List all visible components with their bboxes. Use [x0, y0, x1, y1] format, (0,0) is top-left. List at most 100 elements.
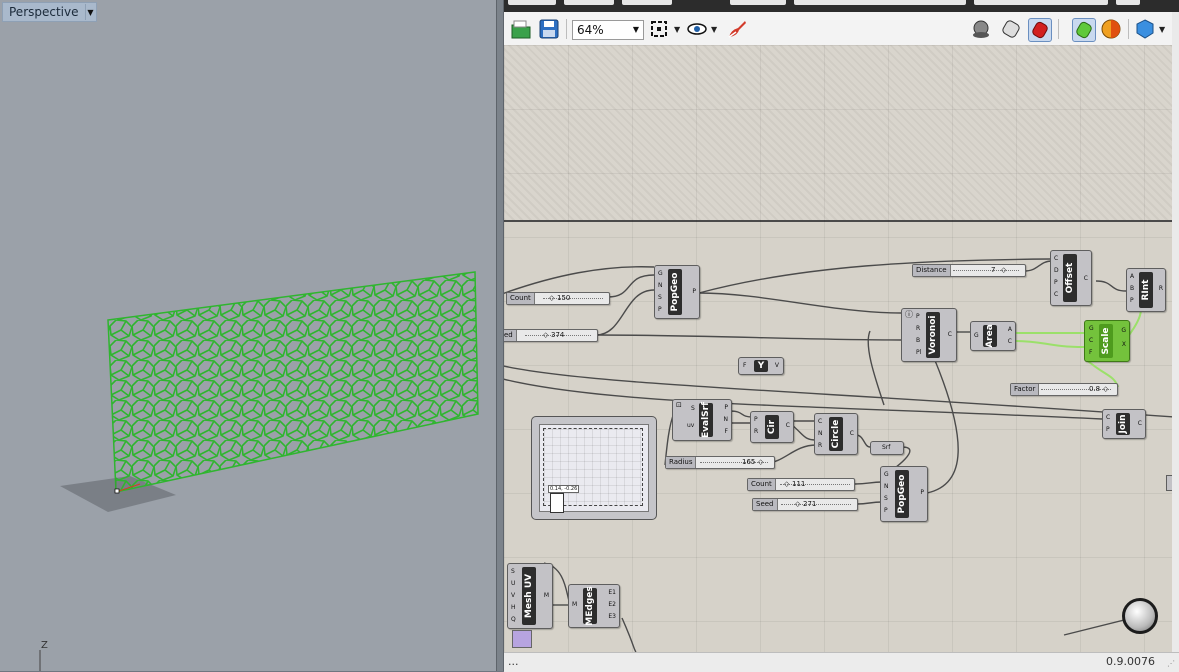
srf-param[interactable]: Srf: [870, 441, 904, 455]
circle-component[interactable]: C N R Circle C: [814, 413, 858, 455]
pin-f[interactable]: F: [743, 362, 746, 369]
slider-handle-icon[interactable]: ◇: [758, 457, 763, 468]
slider-handle-icon[interactable]: ◇: [1001, 265, 1006, 276]
slider-handle-icon[interactable]: ◇: [1103, 384, 1108, 395]
area-component[interactable]: G Area A C: [970, 321, 1016, 351]
pin-c2[interactable]: C: [1054, 291, 1058, 298]
pin-c[interactable]: C: [1106, 414, 1110, 421]
radius-slider[interactable]: Radius 165 ◇: [665, 456, 775, 469]
rint-component[interactable]: A B P RInt R: [1126, 268, 1166, 312]
pin-s[interactable]: S: [658, 294, 662, 301]
seed-slider[interactable]: ed ◇ 374: [504, 329, 598, 342]
pin-c[interactable]: C: [1054, 255, 1058, 262]
pin-g[interactable]: G: [658, 270, 663, 277]
save-file-icon[interactable]: [538, 18, 560, 40]
voronoi-component[interactable]: ⓘ P R B Pl Voronoi C: [901, 308, 957, 362]
pin-r[interactable]: R: [818, 442, 822, 449]
pin-g[interactable]: G: [1089, 325, 1094, 332]
slider-handle-icon[interactable]: ◇: [795, 499, 800, 510]
selected-preview-icon[interactable]: [1072, 18, 1096, 42]
pin-out-c[interactable]: C: [850, 430, 854, 437]
graph-mapper-component[interactable]: 0.14, -0.26: [531, 416, 657, 520]
scale-component[interactable]: G C F Scale G X: [1084, 320, 1130, 362]
pin-g[interactable]: G: [974, 332, 979, 339]
pin-p[interactable]: P: [658, 306, 662, 313]
pin-g[interactable]: G: [884, 471, 889, 478]
zoom-extents-icon[interactable]: [648, 18, 670, 40]
offscreen-component-stub[interactable]: [1166, 475, 1172, 491]
gh-canvas[interactable]: G N S P PopGeo P C D P C Offset C A B P …: [504, 45, 1172, 652]
pin-out-e2[interactable]: E2: [608, 601, 616, 608]
resize-grip-icon[interactable]: ⋰: [1167, 659, 1175, 668]
pin-c[interactable]: C: [818, 418, 822, 425]
pin-uv[interactable]: uv: [687, 422, 694, 429]
pin-r[interactable]: R: [916, 325, 920, 332]
pin-s[interactable]: S: [884, 495, 888, 502]
slider-handle-icon[interactable]: ◇: [543, 330, 548, 341]
preview-caret-icon[interactable]: ▼: [711, 25, 717, 34]
pin-p[interactable]: P: [1054, 279, 1058, 286]
pin-pl[interactable]: Pl: [916, 349, 921, 356]
pin-out-c[interactable]: C: [1008, 338, 1012, 345]
pin-out-p[interactable]: P: [692, 288, 696, 295]
pin-out-n[interactable]: N: [724, 416, 729, 423]
pin-u[interactable]: U: [511, 580, 515, 587]
pin-s[interactable]: S: [511, 568, 515, 575]
pin-out-c[interactable]: C: [786, 422, 790, 429]
seed-slider-2[interactable]: Seed ◇ 271: [752, 498, 858, 511]
meshuv-component[interactable]: S U V H Q Mesh UV M: [507, 563, 553, 629]
pin-b[interactable]: B: [916, 337, 920, 344]
pin-d[interactable]: D: [1054, 267, 1059, 274]
pin-q[interactable]: Q: [511, 616, 516, 623]
pin-out-c[interactable]: C: [1084, 275, 1088, 282]
pin-n[interactable]: N: [818, 430, 823, 437]
vertical-scrollbar[interactable]: [1172, 12, 1179, 652]
evalsrf-component[interactable]: ⊡ S uv EvalSrf P N F: [672, 399, 732, 441]
pin-out-m[interactable]: M: [544, 592, 549, 599]
pin-out-c[interactable]: C: [1138, 420, 1142, 427]
pin-out-p[interactable]: P: [920, 489, 924, 496]
pin-s[interactable]: S: [691, 405, 695, 412]
pin-p[interactable]: P: [754, 416, 758, 423]
pin-p[interactable]: P: [1106, 426, 1110, 433]
zoom-dropdown[interactable]: 64% ▼: [572, 20, 644, 40]
red-preview-icon[interactable]: [1028, 18, 1052, 42]
count-slider[interactable]: Count ◇ 150: [506, 292, 610, 305]
material-preview-icon[interactable]: [1100, 18, 1122, 40]
display-mode-icon[interactable]: [1134, 18, 1156, 40]
graph-mapper-canvas[interactable]: 0.14, -0.26: [539, 424, 649, 513]
triangle-down-icon[interactable]: ▼: [84, 4, 96, 20]
graph-type-component[interactable]: F Y V: [738, 357, 784, 375]
pin-out-e1[interactable]: E1: [608, 589, 616, 596]
distance-slider[interactable]: Distance 7 ◇: [912, 264, 1026, 277]
pin-a[interactable]: A: [1130, 273, 1134, 280]
pin-out-a[interactable]: A: [1008, 326, 1012, 333]
count-slider-2[interactable]: Count ◇ 111: [747, 478, 855, 491]
pin-v[interactable]: V: [511, 592, 515, 599]
wireframe-preview-icon[interactable]: [1000, 18, 1022, 40]
pin-v[interactable]: V: [775, 362, 779, 369]
popgeo-component-2[interactable]: G N S P PopGeo P: [880, 466, 928, 522]
cir-component[interactable]: P R Cir C: [750, 411, 794, 443]
pin-c[interactable]: C: [1089, 337, 1093, 344]
pin-r[interactable]: R: [754, 428, 758, 435]
slider-handle-icon[interactable]: ◇: [549, 293, 554, 304]
zoom-extents-caret-icon[interactable]: ▼: [674, 25, 680, 34]
rhino-viewport[interactable]: Perspective ▼ Z: [0, 0, 496, 671]
pin-h[interactable]: H: [511, 604, 516, 611]
viewport-title-tab[interactable]: Perspective ▼: [2, 2, 97, 22]
display-mode-caret-icon[interactable]: ▼: [1159, 25, 1165, 34]
open-file-icon[interactable]: [510, 18, 532, 40]
popgeo-component[interactable]: G N S P PopGeo P: [654, 265, 700, 319]
pin-b[interactable]: B: [1130, 285, 1134, 292]
factor-slider[interactable]: Factor 0.8 ◇: [1010, 383, 1118, 396]
pin-p[interactable]: P: [916, 313, 920, 320]
offset-component[interactable]: C D P C Offset C: [1050, 250, 1092, 306]
shaded-preview-icon[interactable]: [970, 18, 992, 40]
preview-eye-icon[interactable]: [686, 18, 708, 40]
pin-n[interactable]: N: [658, 282, 663, 289]
canvas-navigation-widget[interactable]: [1122, 598, 1158, 634]
pin-m[interactable]: M: [572, 601, 577, 608]
pin-p[interactable]: P: [884, 507, 888, 514]
pin-out-e3[interactable]: E3: [608, 613, 616, 620]
